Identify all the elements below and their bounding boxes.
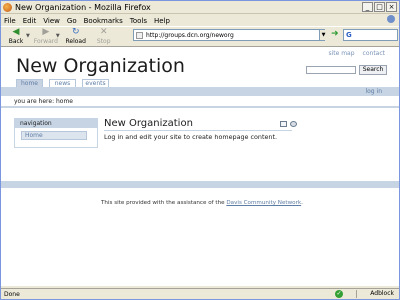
- section-tabs: home news events: [16, 79, 109, 87]
- nav-item-home[interactable]: Home: [21, 131, 87, 140]
- window-controls: _ □ ×: [362, 2, 397, 12]
- print-icon[interactable]: [290, 121, 297, 127]
- title-bar: New Organization - Mozilla Firefox _ □ ×: [1, 1, 399, 14]
- page-body-text: Log in and edit your site to create home…: [104, 133, 278, 141]
- menu-edit[interactable]: Edit: [23, 17, 37, 25]
- status-text: Done: [4, 290, 20, 298]
- address-text: http://groups.dcn.org/neworg: [146, 31, 234, 39]
- forward-arrow-icon: ▶: [42, 27, 50, 37]
- page-title: New Organization: [104, 118, 193, 129]
- title-underline: [104, 130, 292, 131]
- menu-go[interactable]: Go: [67, 17, 77, 25]
- stop-label: Stop: [96, 37, 111, 45]
- reload-icon: ↻: [71, 27, 80, 37]
- tab-bar-strip: [1, 87, 399, 96]
- menu-bookmarks[interactable]: Bookmarks: [84, 17, 123, 25]
- menu-help[interactable]: Help: [154, 17, 170, 25]
- dcn-link[interactable]: Davis Community Network: [226, 200, 301, 206]
- footer-post: .: [301, 200, 303, 206]
- tab-news[interactable]: news: [49, 79, 76, 87]
- firefox-logo-icon: [3, 2, 12, 12]
- minimize-button[interactable]: _: [362, 2, 373, 12]
- search-box[interactable]: G: [343, 29, 398, 41]
- navigation-portlet: navigation Home: [14, 118, 98, 148]
- close-button[interactable]: ×: [386, 2, 397, 12]
- throbber-icon: [387, 15, 395, 23]
- status-bar: Done ✓ Adblock: [1, 288, 399, 299]
- breadcrumb: you are here: home: [14, 98, 74, 105]
- site-map-link[interactable]: site map: [328, 50, 354, 57]
- send-email-icon[interactable]: [280, 121, 287, 127]
- menu-tools[interactable]: Tools: [130, 17, 147, 25]
- adblock-label[interactable]: Adblock: [370, 290, 394, 297]
- reload-button[interactable]: ↻ Reload: [63, 28, 89, 45]
- site-search-input[interactable]: [306, 66, 356, 74]
- menu-file[interactable]: File: [4, 17, 16, 25]
- back-label: Back: [8, 37, 24, 45]
- maximize-button[interactable]: □: [374, 2, 385, 12]
- address-dropdown-icon[interactable]: ▼: [319, 30, 327, 40]
- footer-pre: This site provided with the assistance o…: [101, 200, 227, 206]
- site-title: New Organization: [16, 55, 185, 77]
- forward-label: Forward: [33, 37, 58, 45]
- address-bar[interactable]: http://groups.dcn.org/neworg: [133, 29, 325, 41]
- menu-view[interactable]: View: [43, 17, 60, 25]
- google-icon: G: [346, 31, 352, 39]
- page-icon: [136, 32, 143, 39]
- back-dropdown-icon[interactable]: ▼: [26, 33, 30, 39]
- footer-bar: [1, 181, 399, 188]
- go-button-icon[interactable]: ➜: [331, 29, 341, 41]
- window-title: New Organization - Mozilla Firefox: [15, 2, 151, 12]
- navigation-header: navigation: [15, 119, 97, 128]
- divider: [1, 106, 399, 108]
- footer-text: This site provided with the assistance o…: [101, 200, 303, 206]
- contact-link[interactable]: contact: [363, 50, 385, 57]
- status-separator: [356, 290, 357, 298]
- site-search-button[interactable]: Search: [359, 65, 387, 75]
- back-arrow-icon: ◀: [12, 27, 20, 37]
- stop-icon: ✕: [99, 27, 108, 37]
- forward-dropdown-icon[interactable]: ▼: [56, 33, 60, 39]
- top-links: site map contact: [328, 50, 385, 57]
- login-link[interactable]: log in: [365, 88, 382, 95]
- security-ok-icon: ✓: [335, 290, 343, 298]
- reload-label: Reload: [65, 37, 86, 45]
- stop-button[interactable]: ✕ Stop: [91, 28, 117, 45]
- tab-home[interactable]: home: [16, 79, 43, 87]
- page-content: site map contact New Organization Search…: [1, 46, 399, 286]
- browser-window: New Organization - Mozilla Firefox _ □ ×…: [0, 0, 400, 300]
- tab-events[interactable]: events: [82, 79, 109, 87]
- menu-bar: File Edit View Go Bookmarks Tools Help: [1, 15, 399, 26]
- document-actions: [280, 121, 297, 127]
